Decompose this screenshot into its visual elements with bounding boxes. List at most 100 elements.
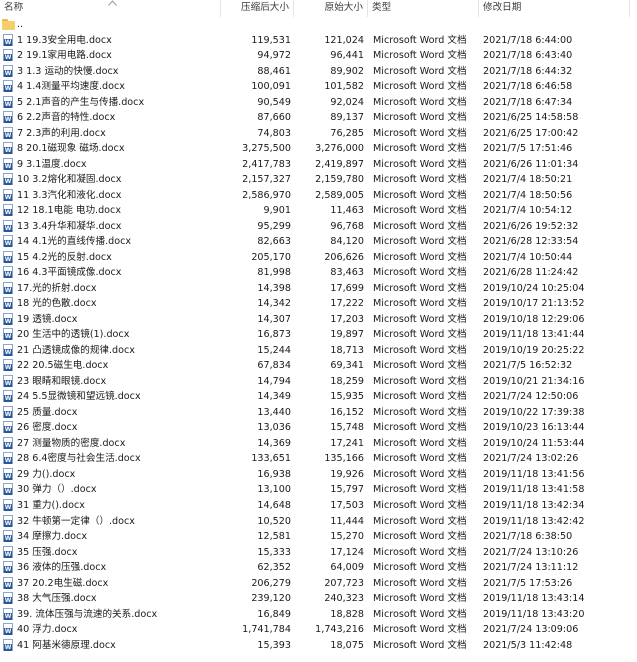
- file-type: Microsoft Word 文档: [373, 34, 467, 46]
- file-row[interactable]: W 24 5.5显微镜和望远镜.docx 14,349 15,935 Microsoft…: [0, 389, 637, 405]
- file-row[interactable]: W 11 3.3汽化和液化.docx 2,586,970 2,589,005 Micro…: [0, 188, 637, 204]
- word-document-icon: W: [3, 592, 13, 605]
- file-name: 25 质量.docx: [17, 406, 78, 418]
- file-row[interactable]: W 10 3.2熔化和凝固.docx 2,157,327 2,159,780 Micro…: [0, 172, 637, 188]
- column-header-packed-size[interactable]: 压缩后大小: [221, 0, 293, 17]
- packed-size: 94,972: [257, 50, 291, 62]
- file-name: 20 生活中的透镜(1).docx: [17, 329, 130, 341]
- file-row[interactable]: W 40 浮力.docx 1,741,784 1,743,216 Microsoft W…: [0, 622, 637, 638]
- original-size: 2,159,780: [315, 174, 364, 186]
- modified-date: 2021/7/4 10:50:44: [483, 251, 573, 263]
- word-badge: W: [4, 209, 12, 217]
- file-type: Microsoft Word 文档: [373, 639, 467, 651]
- file-row[interactable]: W 31 重力().docx 14,648 17,503 Microsoft Word …: [0, 498, 637, 514]
- file-row[interactable]: W 9 3.1温度.docx 2,417,783 2,419,897 Microsoft…: [0, 157, 637, 173]
- word-badge: W: [4, 503, 12, 511]
- modified-date: 2021/7/18 6:38:50: [483, 531, 573, 543]
- file-name: 26 密度.docx: [17, 422, 78, 434]
- word-document-icon: W: [3, 374, 13, 387]
- file-row[interactable]: W 18 光的色散.docx 14,342 17,222 Microsoft Word …: [0, 296, 637, 312]
- original-size: 17,203: [330, 313, 364, 325]
- column-header-size[interactable]: 原始大小: [294, 0, 367, 17]
- file-name: 30 弹力（）.docx: [17, 484, 97, 496]
- word-document-icon: W: [3, 49, 13, 62]
- file-row[interactable]: W 37 20.2电生磁.docx 206,279 207,723 Microsoft …: [0, 576, 637, 592]
- file-row[interactable]: W 13 3.4升华和凝华.docx 95,299 96,768 Microsoft W…: [0, 219, 637, 235]
- word-badge: W: [4, 333, 12, 341]
- file-row[interactable]: W 16 4.3平面镜成像.docx 81,998 83,463 Microsoft W…: [0, 265, 637, 281]
- original-size: 64,009: [330, 562, 364, 574]
- column-header-name-label: 名称: [4, 2, 24, 13]
- file-row[interactable]: W 6 2.2声音的特性.docx 87,660 89,137 Microsoft Wo…: [0, 110, 637, 126]
- original-size: 18,075: [330, 639, 364, 651]
- word-badge: W: [4, 69, 12, 77]
- original-size: 15,797: [330, 484, 364, 496]
- file-row[interactable]: W 34 摩擦力.docx 12,581 15,270 Microsoft Word 文…: [0, 529, 637, 545]
- word-badge: W: [4, 54, 12, 62]
- packed-size: 82,663: [257, 236, 291, 248]
- original-size: 89,137: [330, 112, 364, 124]
- word-document-icon: W: [3, 281, 13, 294]
- file-row[interactable]: W 28 6.4密度与社会生活.docx 133,651 135,166 Microso…: [0, 451, 637, 467]
- file-row[interactable]: W 8 20.1磁现象 磁场.docx 3,275,500 3,276,000 Micr…: [0, 141, 637, 157]
- file-row[interactable]: W 1 19.3安全用电.docx 119,531 121,024 Microsoft …: [0, 33, 637, 49]
- folder-icon: [2, 19, 15, 30]
- file-row[interactable]: W 17.光的折射.docx 14,398 17,699 Microsoft Word …: [0, 281, 637, 297]
- file-row[interactable]: W 20 生活中的透镜(1).docx 16,873 19,897 Microsoft …: [0, 327, 637, 343]
- packed-size: 133,651: [251, 453, 291, 465]
- file-row[interactable]: W 39. 流体压强与流速的关系.docx 16,849 18,828 Microsof…: [0, 607, 637, 623]
- file-row[interactable]: W 41 阿基米德原理.docx 15,393 18,075 Microsoft Wor…: [0, 638, 637, 654]
- file-row[interactable]: W 12 18.1电能 电功.docx 9,901 11,463 Microsoft W…: [0, 203, 637, 219]
- word-document-icon: W: [3, 561, 13, 574]
- modified-date: 2021/7/24 13:10:26: [483, 546, 579, 558]
- column-header-modified[interactable]: 修改日期: [479, 0, 629, 17]
- original-size: 89,902: [330, 65, 364, 77]
- file-row[interactable]: W 30 弹力（）.docx 13,100 15,797 Microsoft Word …: [0, 482, 637, 498]
- file-row[interactable]: W 38 大气压强.docx 239,120 240,323 Microsoft Wor…: [0, 591, 637, 607]
- file-row[interactable]: W 26 密度.docx 13,036 15,748 Microsoft Word 文档…: [0, 420, 637, 436]
- file-type: Microsoft Word 文档: [373, 562, 467, 574]
- column-divider[interactable]: [629, 0, 630, 17]
- packed-size: 14,349: [257, 391, 291, 403]
- word-badge: W: [4, 286, 12, 294]
- parent-folder-row[interactable]: ..: [0, 17, 637, 33]
- file-row[interactable]: W 14 4.1光的直线传播.docx 82,663 84,120 Microsoft …: [0, 234, 637, 250]
- packed-size: 2,157,327: [242, 174, 291, 186]
- file-row[interactable]: W 19 透镜.docx 14,307 17,203 Microsoft Word 文档…: [0, 312, 637, 328]
- modified-date: 2021/7/5 17:51:46: [483, 143, 573, 155]
- modified-date: 2021/7/4 18:50:56: [483, 189, 573, 201]
- word-badge: W: [4, 162, 12, 170]
- file-name: 41 阿基米德原理.docx: [17, 639, 116, 651]
- file-row[interactable]: W 21 凸透镜成像的规律.docx 15,244 18,713 Microsoft W…: [0, 343, 637, 359]
- file-row[interactable]: W 2 19.1家用电路.docx 94,972 96,441 Microsoft Wo…: [0, 48, 637, 64]
- file-type: Microsoft Word 文档: [373, 406, 467, 418]
- file-row[interactable]: W 27 测量物质的密度.docx 14,369 17,241 Microsoft Wo…: [0, 436, 637, 452]
- file-name: 24 5.5显微镜和望远镜.docx: [17, 391, 141, 403]
- column-header-type[interactable]: 类型: [368, 0, 478, 17]
- file-row[interactable]: W 5 2.1声音的产生与传播.docx 90,549 92,024 Microsoft…: [0, 95, 637, 111]
- modified-date: 2021/6/28 11:24:42: [483, 267, 579, 279]
- file-row[interactable]: W 36 液体的压强.docx 62,352 64,009 Microsoft Word…: [0, 560, 637, 576]
- modified-date: 2019/10/18 12:29:06: [483, 313, 585, 325]
- word-document-icon: W: [3, 64, 13, 77]
- file-type: Microsoft Word 文档: [373, 282, 467, 294]
- word-badge: W: [4, 131, 12, 139]
- file-row[interactable]: W 23 眼睛和眼镜.docx 14,794 18,259 Microsoft Word…: [0, 374, 637, 390]
- word-document-icon: W: [3, 297, 13, 310]
- file-row[interactable]: W 25 质量.docx 13,440 16,152 Microsoft Word 文档…: [0, 405, 637, 421]
- file-row[interactable]: W 7 2.3声的利用.docx 74,803 76,285 Microsoft Wor…: [0, 126, 637, 142]
- packed-size: 62,352: [257, 562, 291, 574]
- packed-size: 16,938: [257, 468, 291, 480]
- word-badge: W: [4, 472, 12, 480]
- word-badge: W: [4, 255, 12, 263]
- file-row[interactable]: W 32 牛顿第一定律（）.docx 10,520 11,444 Microsoft W…: [0, 514, 637, 530]
- file-row[interactable]: W 4 1.4测量平均速度.docx 100,091 101,582 Microsoft…: [0, 79, 637, 95]
- file-row[interactable]: W 15 4.2光的反射.docx 205,170 206,626 Microsoft …: [0, 250, 637, 266]
- packed-size: 14,648: [257, 499, 291, 511]
- file-row[interactable]: W 3 1.3 运动的快慢.docx 88,461 89,902 Microsoft W…: [0, 64, 637, 80]
- file-row[interactable]: W 22 20.5磁生电.docx 67,834 69,341 Microsoft Wo…: [0, 358, 637, 374]
- file-row[interactable]: W 35 压强.docx 15,333 17,124 Microsoft Word 文档…: [0, 545, 637, 561]
- parent-folder-label: ..: [17, 19, 24, 30]
- file-row[interactable]: W 29 力().docx 16,938 19,926 Microsoft Word 文…: [0, 467, 637, 483]
- modified-date: 2021/7/18 6:46:58: [483, 81, 573, 93]
